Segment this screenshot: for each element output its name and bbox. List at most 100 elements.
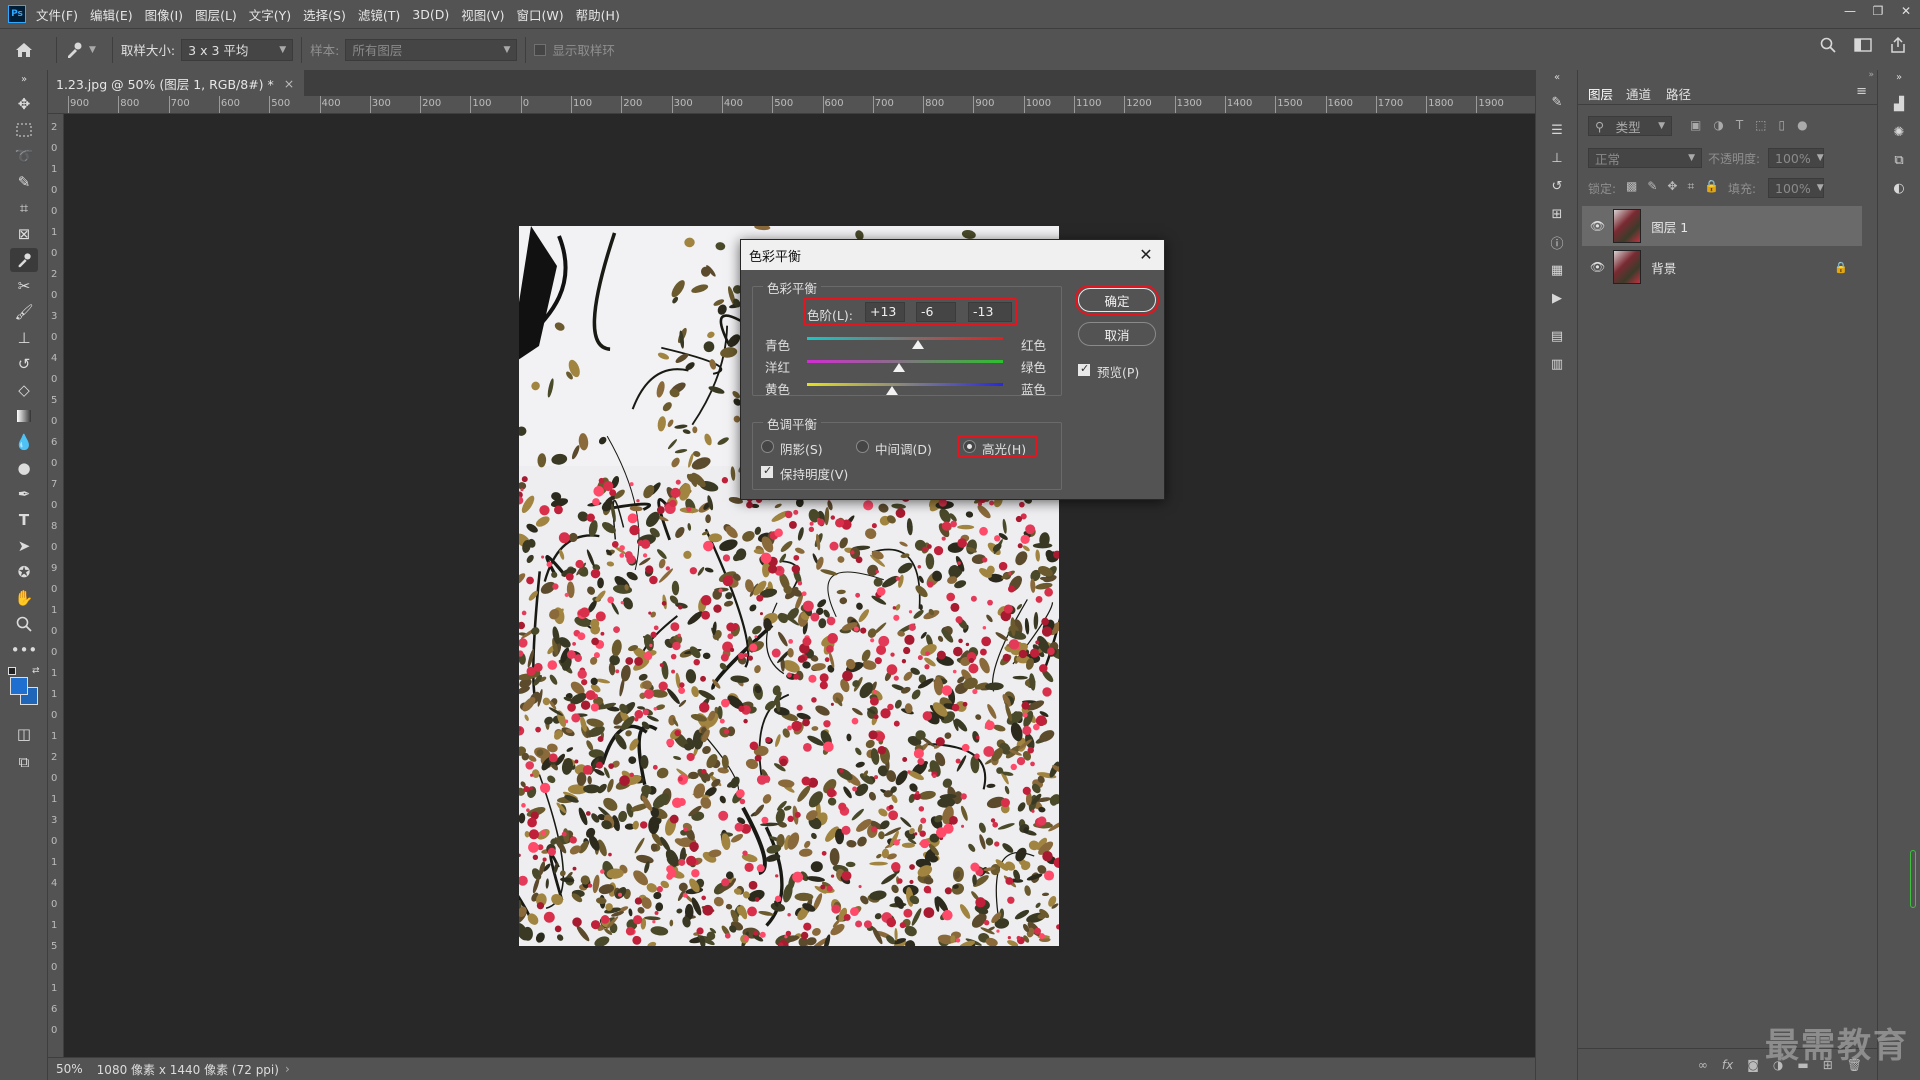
restore-button[interactable]: ❐ xyxy=(1864,0,1892,22)
path-selection-tool-icon[interactable]: ➤ xyxy=(10,534,38,558)
actions-play-icon[interactable]: ▶ xyxy=(1547,288,1567,308)
menu-type[interactable]: 文字(Y) xyxy=(249,5,291,24)
zoom-tool-icon[interactable] xyxy=(10,612,38,636)
shape-filter-icon[interactable]: ⬚ xyxy=(1755,118,1766,132)
yellow-blue-slider[interactable] xyxy=(807,383,1003,386)
expand-toolbar-icon[interactable]: » xyxy=(10,72,38,86)
swap-colors-icon[interactable]: ⇄ xyxy=(32,666,40,676)
menu-edit[interactable]: 编辑(E) xyxy=(90,5,133,24)
default-colors-icon[interactable] xyxy=(8,667,16,675)
history-icon[interactable]: ↺ xyxy=(1547,176,1567,196)
lock-artboard-icon[interactable]: ⌗ xyxy=(1687,179,1694,194)
brush-tool-icon[interactable]: 🖌 xyxy=(10,300,38,324)
move-tool-icon[interactable]: ✥ xyxy=(10,92,38,116)
color-swatches[interactable]: ⇄ xyxy=(8,666,40,707)
search-icon[interactable] xyxy=(1820,37,1836,56)
tab-channels[interactable]: 通道 xyxy=(1626,84,1651,103)
home-icon[interactable] xyxy=(0,42,48,58)
frame-tool-icon[interactable]: ⊠ xyxy=(10,222,38,246)
info-icon[interactable]: ⓘ xyxy=(1547,232,1567,252)
lock-transparent-icon[interactable]: ▩ xyxy=(1626,179,1637,194)
properties-icon[interactable]: ⊞ xyxy=(1547,204,1567,224)
status-expand-icon[interactable]: › xyxy=(285,1062,290,1076)
clone-stamp-tool-icon[interactable]: ⊥ xyxy=(10,326,38,350)
eyedropper-tool-icon[interactable] xyxy=(10,248,38,272)
notes-icon[interactable]: ▥ xyxy=(1547,354,1567,374)
visibility-eye-icon[interactable]: 👁 xyxy=(1590,219,1605,233)
fill-input[interactable]: 100% ▼ xyxy=(1768,178,1824,198)
smart-object-filter-icon[interactable]: ▯ xyxy=(1779,118,1786,132)
add-mask-icon[interactable]: ◙ xyxy=(1747,1058,1759,1072)
close-dialog-icon[interactable]: ✕ xyxy=(1136,244,1156,264)
menu-3d[interactable]: 3D(D) xyxy=(412,7,449,22)
collapse-arrows-icon[interactable]: » xyxy=(1889,70,1909,84)
dialog-title-bar[interactable]: 色彩平衡 ✕ xyxy=(741,240,1164,270)
fx-icon[interactable]: fx xyxy=(1722,1058,1733,1072)
healing-brush-tool-icon[interactable]: ✂ xyxy=(10,274,38,298)
preserve-luminosity-checkbox[interactable] xyxy=(761,464,773,478)
quick-mask-icon[interactable]: ◫ xyxy=(10,722,38,746)
cyan-red-slider[interactable] xyxy=(807,337,1003,340)
marquee-tool-icon[interactable] xyxy=(10,118,38,142)
zoom-level[interactable]: 50% xyxy=(56,1062,83,1076)
link-layers-icon[interactable]: ∞ xyxy=(1698,1058,1708,1072)
lasso-tool-icon[interactable]: ➰ xyxy=(10,144,38,168)
history-brush-tool-icon[interactable]: ↺ xyxy=(10,352,38,376)
sample-size-select[interactable]: 3 x 3 平均 ▼ xyxy=(181,38,294,61)
histogram-icon[interactable]: ▟ xyxy=(1889,94,1909,114)
eyedropper-preset-icon[interactable]: ▼ xyxy=(65,41,96,59)
clone-source-icon[interactable]: ⊥ xyxy=(1547,148,1567,168)
type-filter-icon[interactable]: T xyxy=(1736,118,1743,132)
menu-file[interactable]: 文件(F) xyxy=(36,5,78,24)
shape-tool-icon[interactable]: ✪ xyxy=(10,560,38,584)
show-ring-checkbox[interactable] xyxy=(534,43,547,56)
menu-image[interactable]: 图像(I) xyxy=(145,5,183,24)
lock-image-icon[interactable]: ✎ xyxy=(1647,179,1657,194)
menu-layer[interactable]: 图层(L) xyxy=(195,5,237,24)
eraser-tool-icon[interactable]: ◇ xyxy=(10,378,38,402)
yellow-blue-slider-thumb[interactable] xyxy=(886,386,899,395)
layer-row-background[interactable]: 👁 背景 🔒 xyxy=(1582,247,1862,287)
lock-position-icon[interactable]: ✥ xyxy=(1667,179,1677,194)
menu-window[interactable]: 窗口(W) xyxy=(517,5,564,24)
menu-select[interactable]: 选择(S) xyxy=(303,5,346,24)
lock-all-icon[interactable]: 🔒 xyxy=(1704,179,1719,194)
layer-filter-select[interactable]: ⚲ 类型 ▼ xyxy=(1588,116,1672,136)
swatches-icon[interactable]: ▦ xyxy=(1547,260,1567,280)
document-tab[interactable]: 1.23.jpg @ 50% (图层 1, RGB/8#) * × xyxy=(48,70,305,96)
sample-select[interactable]: 所有图层 ▼ xyxy=(345,38,518,61)
pixel-filter-icon[interactable]: ▣ xyxy=(1690,118,1701,132)
preview-checkbox[interactable] xyxy=(1078,362,1090,376)
layers-comps-icon[interactable]: ⧉ xyxy=(1889,150,1909,170)
shadows-radio[interactable] xyxy=(761,440,774,453)
brush-settings-icon[interactable]: ✎ xyxy=(1547,92,1567,112)
scroll-indicator[interactable] xyxy=(1910,850,1916,908)
type-tool-icon[interactable]: T xyxy=(10,508,38,532)
foreground-color-swatch[interactable] xyxy=(10,677,28,695)
gradient-tool-icon[interactable] xyxy=(10,404,38,428)
tab-layers[interactable]: 图层 xyxy=(1588,84,1613,103)
menu-view[interactable]: 视图(V) xyxy=(461,5,504,24)
collapse-arrows-icon[interactable]: « xyxy=(1547,70,1567,84)
menu-filter[interactable]: 滤镜(T) xyxy=(358,5,400,24)
more-tools-icon[interactable]: ••• xyxy=(10,638,38,662)
cancel-button[interactable]: 取消 xyxy=(1078,322,1156,346)
adjustment-filter-icon[interactable]: ◑ xyxy=(1713,118,1723,132)
workspace-icon[interactable] xyxy=(1854,37,1872,56)
adjustments-icon[interactable]: ☰ xyxy=(1547,120,1567,140)
midtones-radio[interactable] xyxy=(856,440,869,453)
dodge-tool-icon[interactable]: ● xyxy=(10,456,38,480)
layer-row-layer1[interactable]: 👁 图层 1 xyxy=(1582,206,1862,246)
minimize-button[interactable]: — xyxy=(1836,0,1864,22)
menu-help[interactable]: 帮助(H) xyxy=(576,5,620,24)
pen-tool-icon[interactable]: ✒ xyxy=(10,482,38,506)
quick-select-tool-icon[interactable]: ✎ xyxy=(10,170,38,194)
panel-menu-icon[interactable]: ≡ xyxy=(1856,84,1867,99)
blur-tool-icon[interactable]: 💧 xyxy=(10,430,38,454)
visibility-eye-icon[interactable]: 👁 xyxy=(1590,260,1605,274)
hand-tool-icon[interactable]: ✋ xyxy=(10,586,38,610)
panel-collapse-icon[interactable]: » xyxy=(1578,70,1878,84)
tab-paths[interactable]: 路径 xyxy=(1666,84,1691,103)
crop-tool-icon[interactable]: ⌗ xyxy=(10,196,38,220)
blend-mode-select[interactable]: 正常 ▼ xyxy=(1588,148,1702,168)
